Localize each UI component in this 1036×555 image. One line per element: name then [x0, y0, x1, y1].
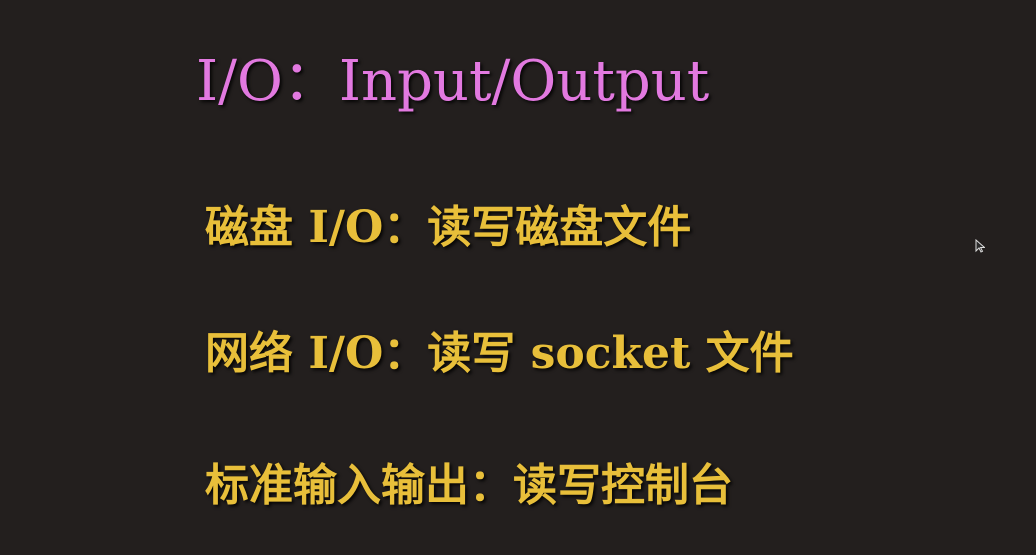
bullet-disk-io: 磁盘 I/O：读写磁盘文件 — [205, 202, 692, 253]
slide-title: I/O：Input/Output — [196, 49, 710, 114]
bullet-standard-io: 标准输入输出：读写控制台 — [205, 460, 733, 511]
slide: I/O：Input/Output 磁盘 I/O：读写磁盘文件 网络 I/O：读写… — [0, 0, 1036, 555]
bullet-network-io: 网络 I/O：读写 socket 文件 — [205, 328, 794, 379]
mouse-pointer-icon — [975, 239, 985, 253]
